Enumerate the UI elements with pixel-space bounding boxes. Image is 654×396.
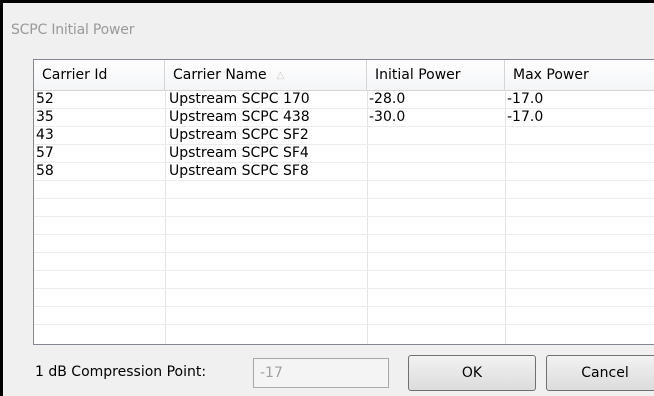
sort-ascending-icon: △ [276, 70, 285, 81]
compression-point-field[interactable]: -17 [253, 358, 389, 388]
table-row[interactable]: 57 Upstream SCPC SF4 [34, 145, 654, 163]
table-row[interactable] [34, 199, 654, 217]
cell-carrier-name: Upstream SCPC SF8 [169, 163, 309, 179]
cell-carrier-name [165, 217, 367, 234]
cell-initial-power [367, 217, 505, 234]
cell-max-power [505, 289, 654, 306]
carrier-grid[interactable]: Carrier Id Carrier Name △ Initial Power M… [33, 59, 654, 345]
cell-carrier-id [34, 217, 165, 234]
cell-max-power: -17.0 [507, 109, 544, 125]
table-row[interactable] [34, 271, 654, 289]
cell-carrier-id [34, 271, 165, 288]
cell-max-power [505, 307, 654, 324]
cell-max-power [505, 235, 654, 252]
window-title: SCPC Initial Power [11, 22, 135, 38]
cell-carrier-id [34, 253, 165, 270]
cell-max-power [505, 253, 654, 270]
column-header-carrier-id[interactable]: Carrier Id [34, 60, 165, 90]
cell-initial-power: -28.0 [369, 91, 406, 107]
cell-carrier-id: 43 [36, 127, 54, 143]
column-label: Initial Power [375, 67, 461, 83]
column-header-initial-power[interactable]: Initial Power [367, 60, 505, 90]
cell-carrier-id [34, 289, 165, 306]
column-label: Carrier Name [173, 67, 267, 83]
column-label: Carrier Id [42, 67, 108, 83]
table-row[interactable] [34, 217, 654, 235]
cancel-button[interactable]: Cancel [546, 355, 654, 391]
cell-carrier-name: Upstream SCPC SF2 [169, 127, 309, 143]
cell-carrier-name [165, 271, 367, 288]
cell-max-power [505, 181, 654, 198]
cell-carrier-name [165, 253, 367, 270]
column-header-carrier-name[interactable]: Carrier Name △ [165, 60, 367, 90]
table-row[interactable]: 43 Upstream SCPC SF2 [34, 127, 654, 145]
cell-initial-power [367, 253, 505, 270]
cell-initial-power [367, 235, 505, 252]
cell-max-power [505, 271, 654, 288]
cell-initial-power [367, 307, 505, 324]
cell-carrier-id [34, 181, 165, 198]
cell-max-power [505, 217, 654, 234]
dialog-window: SCPC Initial Power Carrier Id Carrier Na… [0, 0, 654, 396]
cell-carrier-id [34, 235, 165, 252]
cell-initial-power [367, 127, 505, 144]
grid-rows: 52 Upstream SCPC 170 -28.0 -17.0 35 Upstream … [34, 91, 654, 325]
cell-max-power [505, 199, 654, 216]
cell-initial-power [367, 145, 505, 162]
cell-carrier-id [34, 307, 165, 324]
cell-initial-power [367, 289, 505, 306]
table-row[interactable] [34, 181, 654, 199]
cell-initial-power [367, 199, 505, 216]
cell-carrier-name: Upstream SCPC 438 [169, 109, 310, 125]
ok-button[interactable]: OK [408, 355, 536, 391]
cell-carrier-name: Upstream SCPC 170 [169, 91, 310, 107]
column-label: Max Power [513, 67, 589, 83]
cell-carrier-name: Upstream SCPC SF4 [169, 145, 309, 161]
column-header-max-power[interactable]: Max Power [505, 60, 654, 90]
cell-carrier-name [165, 307, 367, 324]
cell-max-power [505, 145, 654, 162]
cell-carrier-id: 58 [36, 163, 54, 179]
cell-carrier-name [165, 199, 367, 216]
compression-point-label: 1 dB Compression Point: [35, 364, 207, 380]
cell-carrier-id: 57 [36, 145, 54, 161]
cell-initial-power [367, 163, 505, 180]
cell-carrier-name [165, 235, 367, 252]
cell-carrier-id: 52 [36, 91, 54, 107]
cell-carrier-id: 35 [36, 109, 54, 125]
cell-initial-power: -30.0 [369, 109, 406, 125]
table-row[interactable] [34, 307, 654, 325]
table-row[interactable]: 52 Upstream SCPC 170 -28.0 -17.0 [34, 91, 654, 109]
table-row[interactable]: 58 Upstream SCPC SF8 [34, 163, 654, 181]
cell-carrier-id [34, 199, 165, 216]
grid-header: Carrier Id Carrier Name △ Initial Power M… [34, 60, 654, 91]
table-row[interactable] [34, 289, 654, 307]
cell-max-power [505, 127, 654, 144]
table-row[interactable] [34, 235, 654, 253]
cell-initial-power [367, 271, 505, 288]
cell-carrier-name [165, 289, 367, 306]
table-row[interactable] [34, 253, 654, 271]
cell-max-power [505, 163, 654, 180]
table-row[interactable]: 35 Upstream SCPC 438 -30.0 -17.0 [34, 109, 654, 127]
cell-max-power: -17.0 [507, 91, 544, 107]
cell-initial-power [367, 181, 505, 198]
cell-carrier-name [165, 181, 367, 198]
